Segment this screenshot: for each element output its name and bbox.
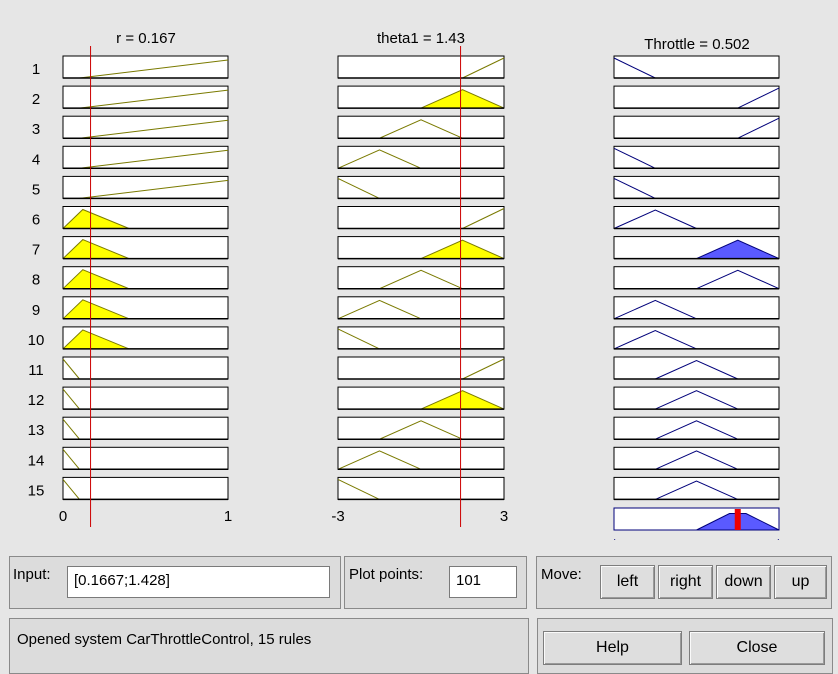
rule-number: 13 [28, 422, 45, 439]
plot-points-field[interactable]: 101 [449, 566, 517, 598]
theta1-mf-box [337, 55, 505, 79]
rule-number: 9 [32, 302, 40, 319]
input-label: Input: [13, 566, 51, 583]
rule-number: 8 [32, 272, 40, 289]
aggregated-axis-left-tick [614, 539, 616, 540]
rule-number: 6 [32, 212, 40, 229]
throttle-mf-box [613, 175, 780, 199]
r-mf-box [62, 85, 229, 109]
r-mf-box [62, 446, 229, 470]
theta1-mf-box [337, 476, 505, 500]
r-mf-box [62, 386, 229, 410]
defuzzified-output-marker [734, 509, 741, 530]
action-panel: Help Close [537, 618, 833, 674]
move-up-button[interactable]: up [774, 565, 827, 599]
theta1-mf-box [337, 175, 505, 199]
close-button[interactable]: Close [689, 631, 825, 665]
input-panel: Input: [0.1667;1.428] [9, 556, 341, 609]
r-column-title: r = 0.167 [116, 30, 176, 47]
rule-number: 7 [32, 242, 40, 259]
r-range-min-label: 0 [59, 508, 67, 525]
help-button[interactable]: Help [543, 631, 682, 665]
move-right-button[interactable]: right [658, 565, 713, 599]
rule-number: 10 [28, 332, 45, 349]
theta1-mf-box [337, 206, 505, 229]
rule-number: 15 [28, 482, 45, 499]
r-mf-box [62, 55, 229, 79]
theta1-mf-box [337, 356, 505, 380]
rule-number: 4 [32, 151, 40, 168]
theta1-range-min-label: -3 [331, 508, 344, 525]
rule-number: 11 [28, 362, 44, 379]
rule-viewer-plot[interactable]: r = 0.167 theta1 = 1.43 Throttle = 0.50212… [0, 0, 838, 540]
input-field[interactable]: [0.1667;1.428] [67, 566, 330, 598]
r-mf-box [62, 145, 229, 169]
r-mf-box [62, 175, 229, 199]
rule-number: 2 [32, 91, 40, 108]
status-panel: Opened system CarThrottleControl, 15 rul… [9, 618, 529, 674]
theta1-range-max-label: 3 [500, 508, 508, 525]
throttle-mf-box [613, 85, 780, 109]
rule-number: 3 [32, 121, 40, 138]
move-panel: Move: left right down up [536, 556, 832, 609]
r-mf-box [62, 115, 229, 139]
rule-number: 1 [32, 61, 40, 78]
rule-number: 5 [32, 181, 40, 198]
throttle-mf-box [613, 145, 780, 169]
r-mf-box [62, 416, 229, 440]
rule-number: 14 [28, 452, 45, 469]
r-mf-box [62, 356, 229, 380]
aggregated-axis-right-tick [777, 539, 779, 540]
throttle-mf-box [613, 55, 780, 79]
rule-number: 12 [28, 392, 45, 409]
plot-points-label: Plot points: [349, 566, 424, 583]
theta1-column-title: theta1 = 1.43 [377, 30, 465, 47]
plot-points-panel: Plot points: 101 [344, 556, 527, 609]
move-down-button[interactable]: down [716, 565, 771, 599]
throttle-column-title: Throttle = 0.502 [644, 36, 749, 53]
move-left-button[interactable]: left [600, 565, 655, 599]
move-label: Move: [541, 566, 582, 583]
r-range-max-label: 1 [224, 508, 232, 525]
r-mf-box [62, 476, 229, 500]
status-text: Opened system CarThrottleControl, 15 rul… [17, 631, 312, 648]
throttle-mf-box [613, 115, 780, 139]
theta1-mf-box [337, 326, 505, 350]
